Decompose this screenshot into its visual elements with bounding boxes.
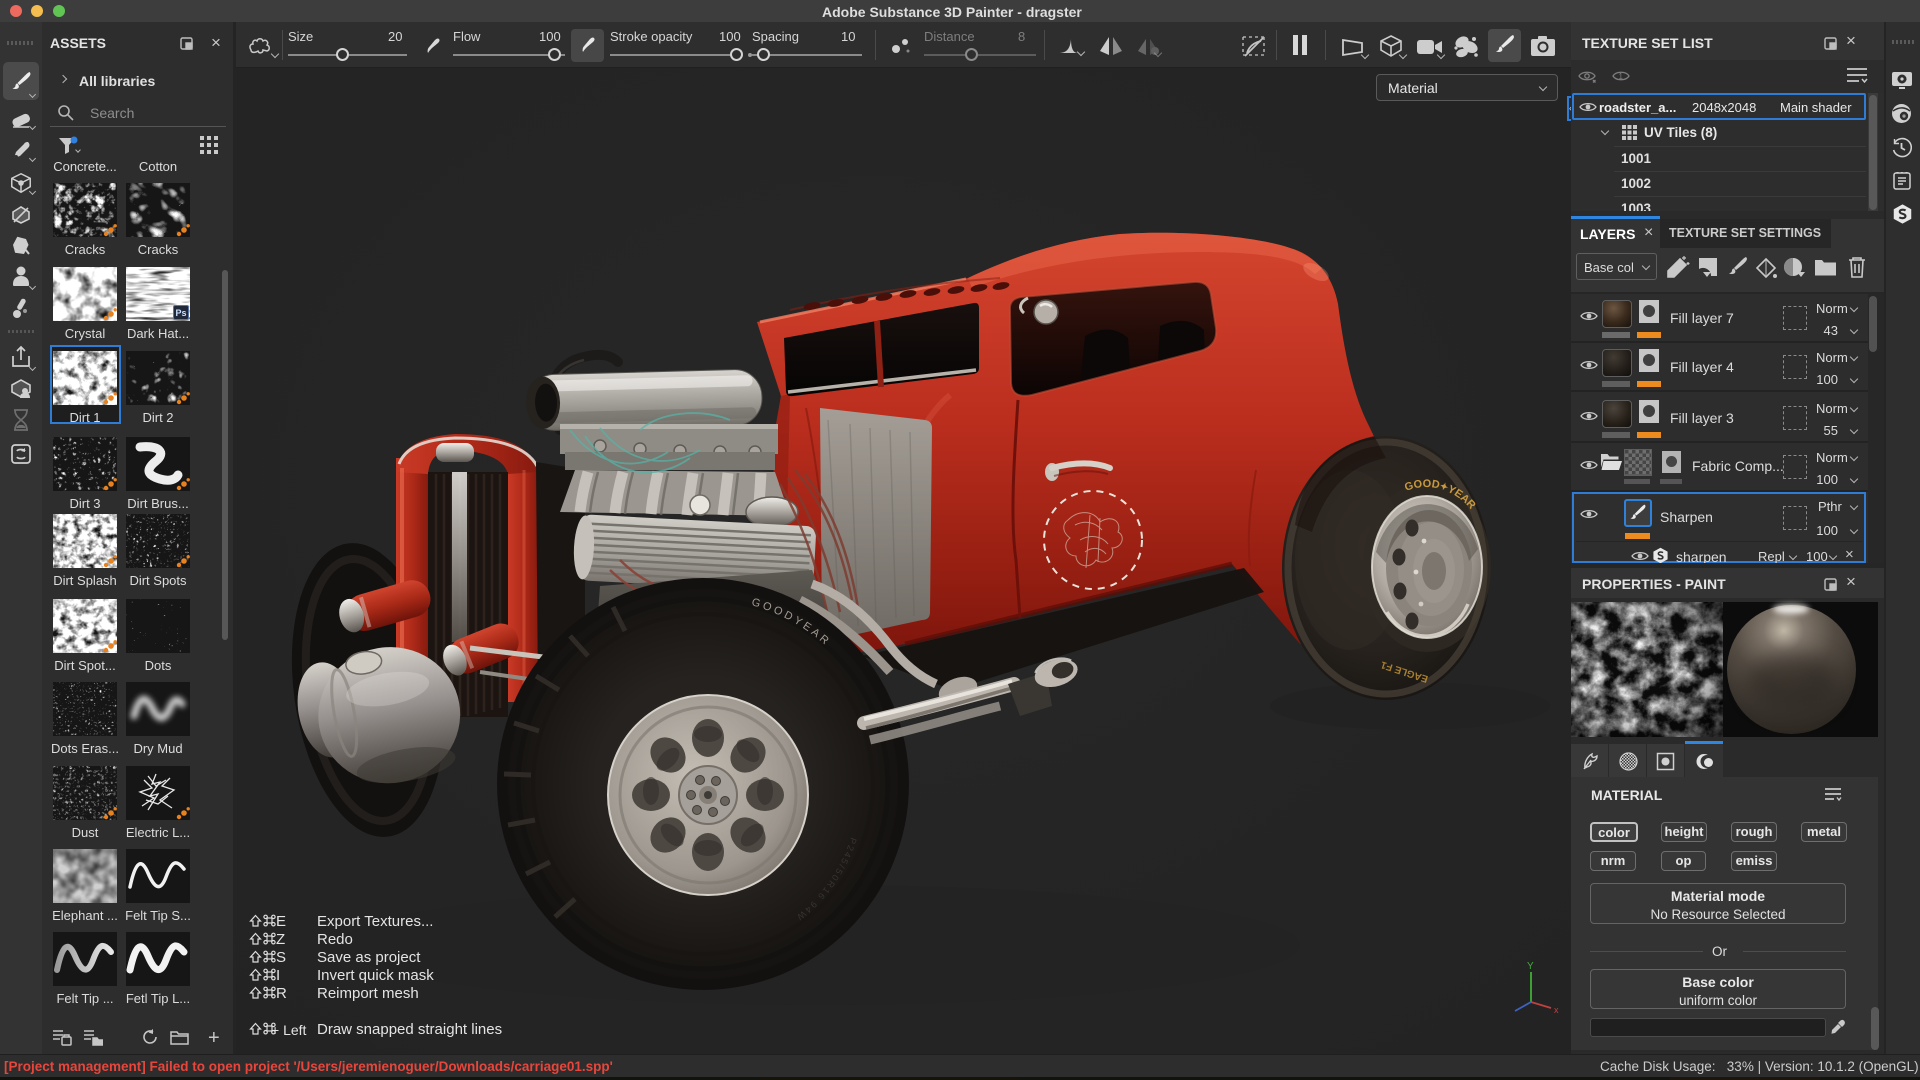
svg-text:x: x — [1554, 1005, 1559, 1015]
svg-text:1: 1 — [1619, 72, 1624, 81]
svg-text:Y: Y — [1527, 961, 1534, 972]
